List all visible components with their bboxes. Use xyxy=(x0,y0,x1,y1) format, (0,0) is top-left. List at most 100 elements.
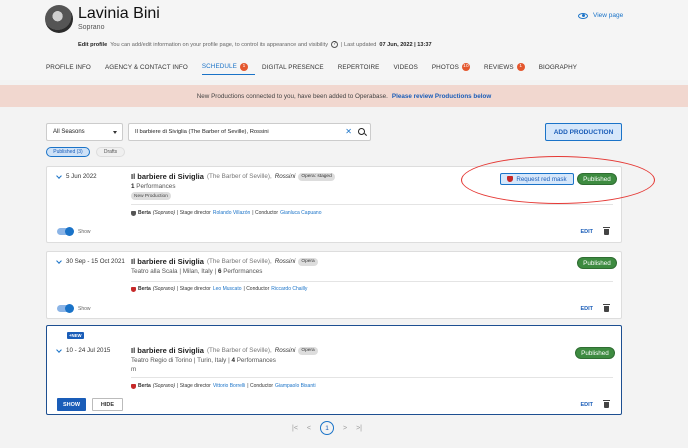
tab-label: PHOTOS xyxy=(431,63,459,71)
hide-button[interactable]: HIDE xyxy=(92,398,123,411)
edit-button[interactable]: EDIT xyxy=(580,229,593,235)
view-page-link[interactable]: View page xyxy=(578,12,623,19)
mask-icon xyxy=(131,383,136,389)
status-badge: Published xyxy=(575,347,615,359)
highlight-annotation xyxy=(461,156,655,204)
production-card: 30 Sep - 15 Oct 2021 Il barbiere di Sivi… xyxy=(46,251,622,319)
conductor-link[interactable]: Giampaolo Bisanti xyxy=(275,383,316,389)
tab-label: PROFILE INFO xyxy=(46,63,91,71)
tab-biography[interactable]: BIOGRAPHY xyxy=(539,59,584,75)
work-title: Il barbiere di Siviglia xyxy=(131,346,204,355)
new-productions-banner: New Productions connected to you, have b… xyxy=(0,85,688,107)
add-production-button[interactable]: ADD PRODUCTION xyxy=(545,123,622,141)
prev-page-button[interactable]: < xyxy=(307,425,311,432)
search-icon[interactable] xyxy=(358,128,365,135)
chevron-down-icon[interactable] xyxy=(56,173,62,179)
review-productions-link[interactable]: Please review Productions below xyxy=(392,93,491,100)
production-type-tag: Opera xyxy=(298,346,318,355)
tab-videos[interactable]: VIDEOS xyxy=(393,59,424,75)
composer: Rossini xyxy=(274,347,296,354)
city: | Turin, Italy | xyxy=(193,357,230,364)
mask-icon xyxy=(131,286,136,292)
production-type-tag: Opera xyxy=(298,257,318,266)
season-select-value: All Seasons xyxy=(53,129,85,135)
help-icon[interactable]: ? xyxy=(331,41,338,48)
perf-label: Performances xyxy=(136,183,176,190)
chevron-down-icon[interactable] xyxy=(56,258,62,264)
trash-icon[interactable] xyxy=(603,227,610,235)
tab-photos[interactable]: PHOTOS 10 xyxy=(432,59,477,75)
tab-schedule[interactable]: SCHEDULE 1 xyxy=(201,59,255,75)
role-name: Berta xyxy=(138,210,151,216)
tab-badge: 1 xyxy=(516,63,525,71)
tab-repertoire[interactable]: REPERTOIRE xyxy=(338,59,387,75)
profile-header: Lavinia Bini Soprano View page Edit prof… xyxy=(0,0,688,80)
work-title: Il barbiere di Siviglia xyxy=(131,172,204,181)
work-subtitle: (The Barber of Seville), xyxy=(206,173,272,180)
last-updated-value: 07 Jun, 2022 | 13:37 xyxy=(379,41,432,48)
work-subtitle: (The Barber of Seville), xyxy=(206,258,272,265)
director-link[interactable]: Leo Muscato xyxy=(213,286,242,292)
tab-reviews[interactable]: REVIEWS 1 xyxy=(484,59,532,75)
venue-line: Teatro Regio di Torino | Turin, Italy | … xyxy=(131,357,276,364)
season-select[interactable]: All Seasons xyxy=(46,123,123,141)
divider xyxy=(131,204,613,205)
work-title: Il barbiere di Siviglia xyxy=(131,257,204,266)
last-page-button[interactable]: >| xyxy=(356,425,362,432)
production-date: 5 Jun 2022 xyxy=(66,173,97,180)
show-toggle[interactable] xyxy=(57,227,74,236)
city: | Milan, Italy | xyxy=(179,268,217,275)
extra-text: m xyxy=(131,366,137,373)
role-name: Berta xyxy=(138,286,151,292)
filter-chip-drafts[interactable]: Drafts xyxy=(96,147,125,157)
production-title[interactable]: Il barbiere di Siviglia (The Barber of S… xyxy=(131,346,318,355)
production-date: 10 - 24 Jul 2015 xyxy=(66,347,111,354)
tab-digital-presence[interactable]: DIGITAL PRESENCE xyxy=(262,59,331,75)
status-badge: Published xyxy=(577,257,617,269)
tab-label: BIOGRAPHY xyxy=(538,63,578,71)
avatar xyxy=(45,5,73,33)
show-label: Show xyxy=(78,229,91,235)
conductor-label: | Conductor xyxy=(247,383,274,389)
production-title[interactable]: Il barbiere di Siviglia (The Barber of S… xyxy=(131,172,335,181)
production-date: 30 Sep - 15 Oct 2021 xyxy=(66,258,125,265)
eye-icon xyxy=(578,12,588,19)
director-label: | Stage director xyxy=(177,383,211,389)
edit-button[interactable]: EDIT xyxy=(580,402,593,408)
director-label: | Stage director xyxy=(177,286,211,292)
close-icon[interactable]: ✕ xyxy=(345,127,352,136)
current-page[interactable]: 1 xyxy=(320,421,334,435)
show-button[interactable]: SHOW xyxy=(57,398,86,411)
conductor-link[interactable]: Gianluca Capuano xyxy=(280,210,321,216)
show-toggle[interactable] xyxy=(57,304,74,313)
tab-badge: 10 xyxy=(461,63,470,71)
production-card: +NEW 10 - 24 Jul 2015 Il barbiere di Siv… xyxy=(46,325,622,415)
trash-icon[interactable] xyxy=(603,400,610,408)
crew-line: Berta (Soprano) | Stage director Vittori… xyxy=(131,383,316,389)
crew-line: Berta (Soprano) | Stage director Leo Mus… xyxy=(131,286,307,292)
venue-line: Teatro alla Scala | Milan, Italy | 6 Per… xyxy=(131,268,262,275)
tab-label: VIDEOS xyxy=(393,63,418,71)
next-page-button[interactable]: > xyxy=(343,425,347,432)
chevron-down-icon[interactable] xyxy=(56,347,62,353)
conductor-link[interactable]: Riccardo Chailly xyxy=(271,286,307,292)
filter-chip-published[interactable]: Published (3) xyxy=(46,147,90,157)
first-page-button[interactable]: |< xyxy=(292,425,298,432)
tab-label: DIGITAL PRESENCE xyxy=(261,63,324,71)
edit-button[interactable]: EDIT xyxy=(580,306,593,312)
role-voice: (Soprano) xyxy=(152,286,176,292)
production-title[interactable]: Il barbiere di Siviglia (The Barber of S… xyxy=(131,257,318,266)
profile-voice: Soprano xyxy=(78,24,105,31)
director-link[interactable]: Vittorio Borrelli xyxy=(213,383,245,389)
production-search-input[interactable]: Il barbiere di Siviglia (The Barber of S… xyxy=(128,123,371,141)
tab-agency-contact[interactable]: AGENCY & CONTACT INFO xyxy=(105,59,195,75)
new-production-tag: New Production xyxy=(131,192,171,200)
tab-profile-info[interactable]: PROFILE INFO xyxy=(46,59,98,75)
perf-count: 1 xyxy=(131,183,135,190)
director-link[interactable]: Rolando Villazón xyxy=(213,210,250,216)
profile-tabs: PROFILE INFO AGENCY & CONTACT INFO SCHED… xyxy=(46,59,591,75)
trash-icon[interactable] xyxy=(603,304,610,312)
chevron-down-icon xyxy=(113,130,117,134)
venue: Teatro Regio di Torino xyxy=(131,357,193,364)
divider xyxy=(131,281,613,282)
